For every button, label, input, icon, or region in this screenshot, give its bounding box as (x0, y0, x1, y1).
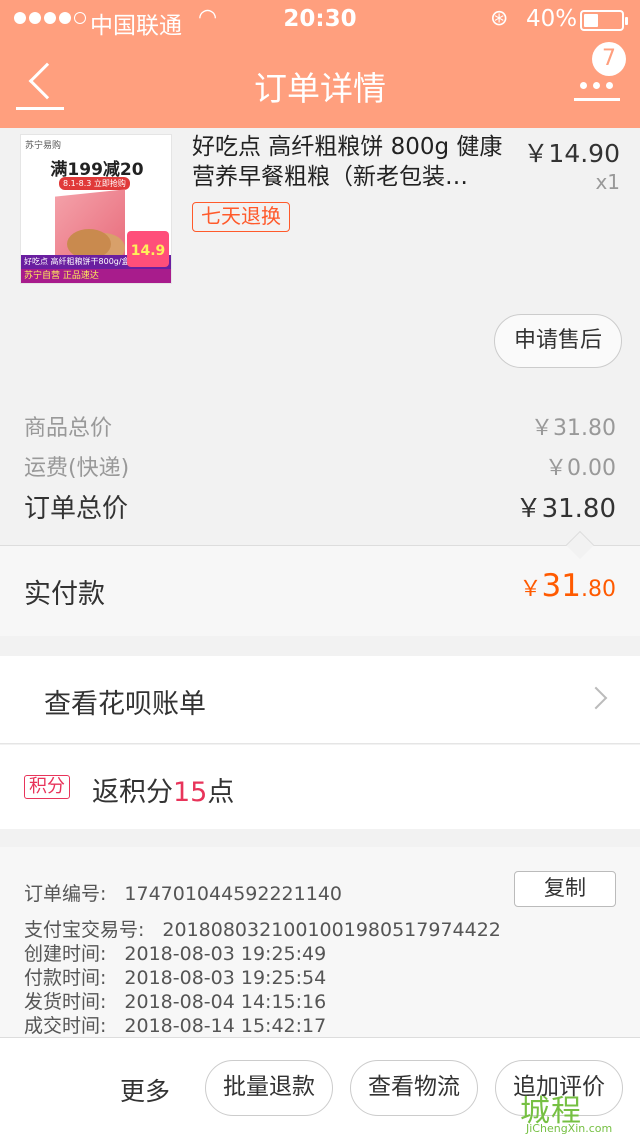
order-number-row: 订单编号: 174701044592221140 (24, 883, 342, 905)
goods-total-label: 商品总价 (24, 416, 113, 441)
shipped-time-row: 发货时间: 2018-08-04 14:15:16 (24, 991, 327, 1013)
alipay-trade-row: 支付宝交易号: 2018080321001001980517974422 (24, 919, 501, 941)
chevron-right-icon (584, 686, 608, 710)
points-badge: 积分 (24, 775, 70, 799)
view-logistics-button[interactable]: 查看物流 (350, 1060, 478, 1116)
product-price: ￥14.90 (523, 139, 620, 168)
product-thumbnail[interactable]: 苏宁易购 满199减20 8.1-8.3 立即抢购 好吃点 高纤粗粮饼干800g… (20, 134, 172, 284)
thumb-brand: 苏宁易购 (25, 141, 62, 151)
more-menu-button[interactable]: 7 (572, 40, 632, 110)
battery-percent: 40% (526, 6, 578, 32)
product-title[interactable]: 好吃点 高纤粗粮饼 800g 健康营养早餐粗粮（新老包装… (192, 132, 514, 192)
goods-total-value: ￥31.80 (531, 416, 616, 441)
view-huabei-bill-row[interactable]: 查看花呗账单 (0, 656, 640, 744)
points-row: 积分 返积分15点 (0, 745, 640, 829)
order-total-value: ￥31.80 (515, 494, 616, 524)
more-dots-icon (580, 82, 613, 89)
order-total-label: 订单总价 (24, 494, 129, 524)
points-number: 15 (173, 777, 208, 808)
thumb-bottom-label: 苏宁自营 正品速达 (21, 269, 171, 283)
huabei-label: 查看花呗账单 (44, 689, 206, 720)
completed-time-row: 成交时间: 2018-08-14 15:42:17 (24, 1015, 327, 1037)
batch-refund-button[interactable]: 批量退款 (205, 1060, 333, 1116)
order-info: 订单编号: 174701044592221140 复制 支付宝交易号: 201808… (0, 847, 640, 1037)
product-card[interactable]: 苏宁易购 满199减20 8.1-8.3 立即抢购 好吃点 高纤粗粮饼干800g… (0, 128, 640, 384)
paid-label: 实付款 (24, 579, 105, 610)
shipping-label: 运费(快递) (24, 456, 130, 481)
thumb-price-tag: 14.9 (127, 231, 169, 267)
rotation-lock-icon: ⊛ (490, 6, 509, 31)
watermark-logo: 城程 JiChengXin.com (520, 1094, 613, 1135)
product-quantity: x1 (595, 170, 620, 194)
notification-badge: 7 (592, 42, 626, 76)
shipping-value: ￥0.00 (545, 456, 616, 481)
status-bar: 中国联通 ◠ 20:30 ⊛ 40% (0, 0, 640, 40)
price-summary: 商品总价 ￥31.80 运费(快递) ￥0.00 订单总价 ￥31.80 实付款… (0, 384, 640, 636)
copy-button[interactable]: 复制 (514, 871, 616, 907)
pointer-notch (565, 530, 595, 560)
top-bar: 中国联通 ◠ 20:30 ⊛ 40% 订单详情 7 (0, 0, 640, 128)
order-total-row: 订单总价 ￥31.80 (24, 488, 616, 525)
points-text: 返积分15点 (92, 777, 235, 808)
shipping-row: 运费(快递) ￥0.00 (24, 450, 616, 482)
page-title: 订单详情 (254, 69, 386, 108)
battery-icon (580, 10, 628, 31)
return-policy-tag: 七天退换 (192, 202, 290, 232)
apply-after-sale-button[interactable]: 申请售后 (494, 314, 622, 368)
order-number[interactable]: 174701044592221140 (124, 883, 342, 905)
created-time-row: 创建时间: 2018-08-03 19:25:49 (24, 943, 327, 965)
thumb-date: 8.1-8.3 立即抢购 (59, 177, 130, 190)
paid-time-row: 付款时间: 2018-08-03 19:25:54 (24, 967, 327, 989)
more-actions-button[interactable]: 更多 (120, 1072, 170, 1108)
goods-total-row: 商品总价 ￥31.80 (24, 410, 616, 442)
paid-row: 实付款 ￥31.80 (0, 530, 640, 636)
paid-amount: ￥31.80 (519, 568, 616, 604)
